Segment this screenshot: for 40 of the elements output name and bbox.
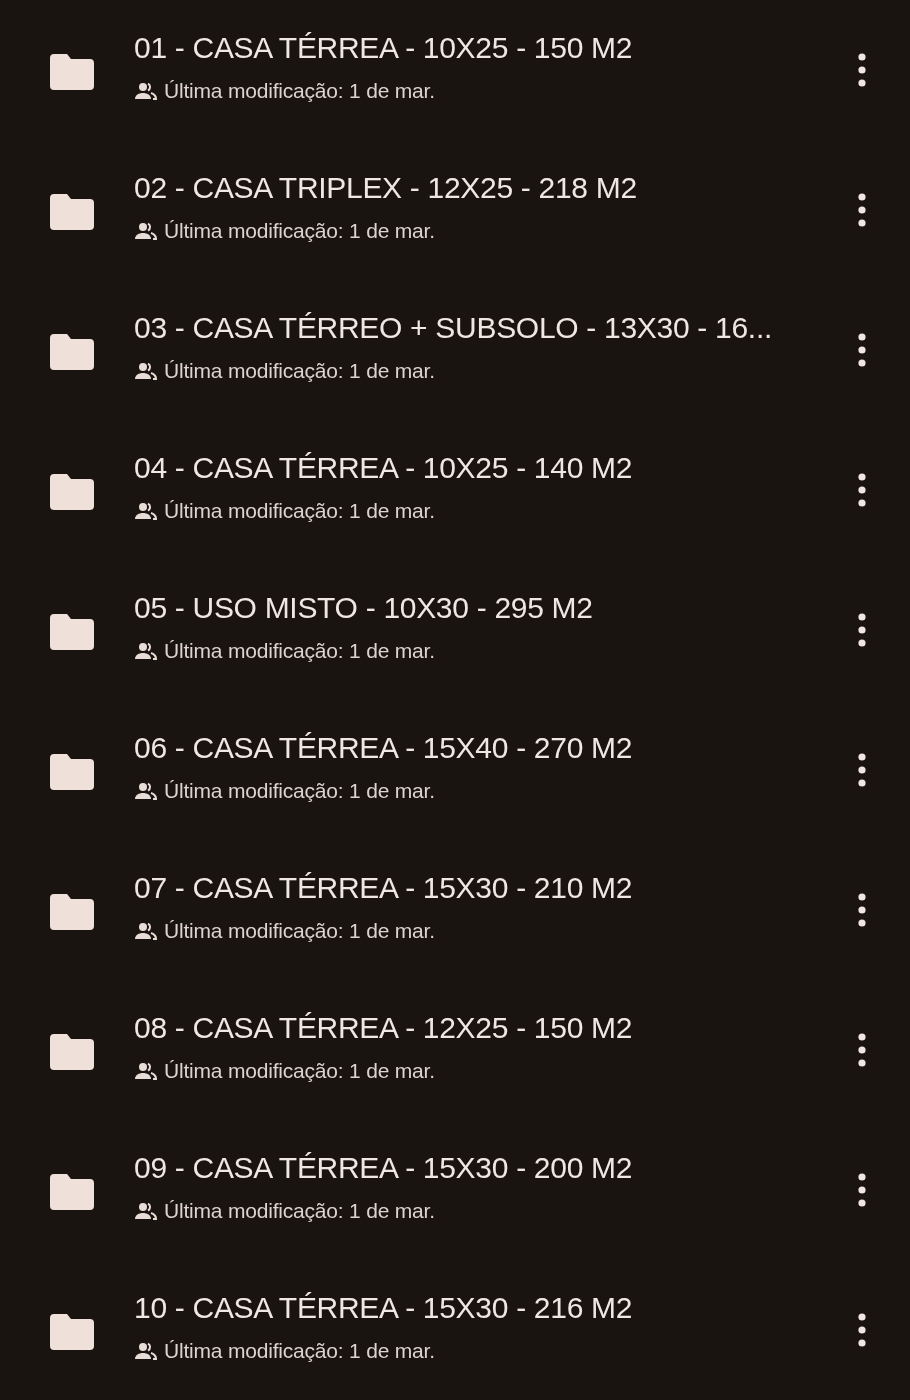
folder-icon xyxy=(50,754,94,790)
last-modified-text: Última modificação: 1 de mar. xyxy=(164,639,435,663)
shared-people-icon xyxy=(134,1061,158,1081)
shared-people-icon xyxy=(134,1341,158,1361)
folder-icon xyxy=(50,194,94,230)
folder-icon xyxy=(50,474,94,510)
shared-people-icon xyxy=(134,81,158,101)
folder-icon xyxy=(50,1034,94,1070)
folder-icon xyxy=(50,54,94,90)
shared-people-icon xyxy=(134,501,158,521)
folder-name[interactable]: 09 - CASA TÉRREA - 15X30 - 200 M2 xyxy=(134,1151,838,1185)
last-modified-text: Última modificação: 1 de mar. xyxy=(164,79,435,103)
folder-icon xyxy=(50,1174,94,1210)
last-modified-text: Última modificação: 1 de mar. xyxy=(164,1059,435,1083)
shared-people-icon xyxy=(134,781,158,801)
folder-name[interactable]: 03 - CASA TÉRREO + SUBSOLO - 13X30 - 16... xyxy=(134,311,838,345)
folder-name[interactable]: 07 - CASA TÉRREA - 15X30 - 210 M2 xyxy=(134,871,838,905)
last-modified-text: Última modificação: 1 de mar. xyxy=(164,919,435,943)
shared-people-icon xyxy=(134,361,158,381)
last-modified-text: Última modificação: 1 de mar. xyxy=(164,779,435,803)
folder-name[interactable]: 06 - CASA TÉRREA - 15X40 - 270 M2 xyxy=(134,731,838,765)
folder-name[interactable]: 10 - CASA TÉRREA - 15X30 - 216 M2 xyxy=(134,1291,838,1325)
last-modified-text: Última modificação: 1 de mar. xyxy=(164,1339,435,1363)
folder-name[interactable]: 08 - CASA TÉRREA - 12X25 - 150 M2 xyxy=(134,1011,838,1045)
shared-people-icon xyxy=(134,221,158,241)
shared-people-icon xyxy=(134,1201,158,1221)
folder-icon xyxy=(50,894,94,930)
shared-people-icon xyxy=(134,641,158,661)
last-modified-text: Última modificação: 1 de mar. xyxy=(164,359,435,383)
folder-icon xyxy=(50,614,94,650)
folder-name[interactable]: 01 - CASA TÉRREA - 10X25 - 150 M2 xyxy=(134,31,838,65)
folder-icon xyxy=(50,1314,94,1350)
shared-people-icon xyxy=(134,921,158,941)
folder-name[interactable]: 05 - USO MISTO - 10X30 - 295 M2 xyxy=(134,591,838,625)
folder-name[interactable]: 02 - CASA TRIPLEX - 12X25 - 218 M2 xyxy=(134,171,838,205)
last-modified-text: Última modificação: 1 de mar. xyxy=(164,1199,435,1223)
folder-icon xyxy=(50,334,94,370)
last-modified-text: Última modificação: 1 de mar. xyxy=(164,499,435,523)
last-modified-text: Última modificação: 1 de mar. xyxy=(164,219,435,243)
folder-name[interactable]: 04 - CASA TÉRREA - 10X25 - 140 M2 xyxy=(134,451,838,485)
